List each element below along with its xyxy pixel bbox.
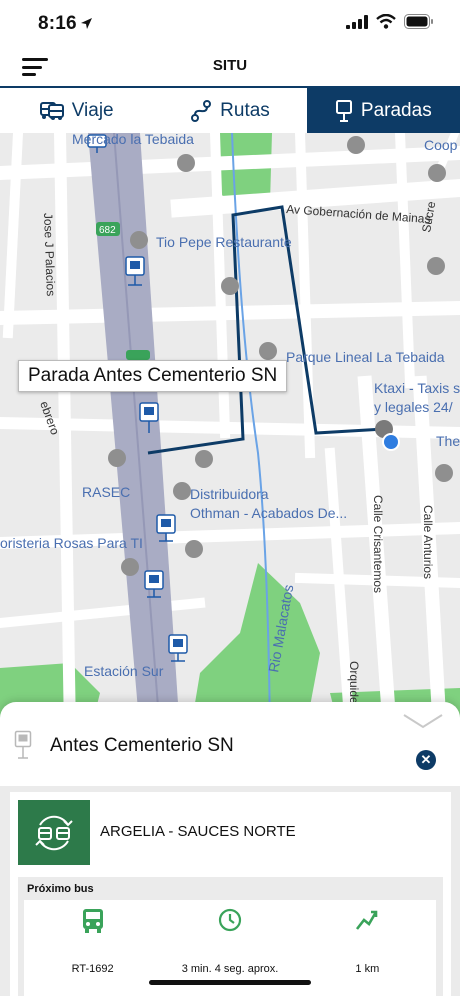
- svg-text:The: The: [436, 433, 460, 449]
- nav-bar: SITU: [0, 48, 460, 88]
- tab-rutas-label: Rutas: [220, 99, 270, 121]
- map-canvas: Mercado la Tebaida Coop Av Gobernación d…: [0, 133, 460, 733]
- bus-icon: [39, 101, 64, 120]
- route-card[interactable]: ARGELIA - SAUCES NORTE Próximo bus RT-16…: [10, 792, 451, 996]
- route-icon: [191, 99, 212, 122]
- chevron-down-icon[interactable]: [402, 712, 444, 730]
- bus-id-stat: RT-1692: [24, 900, 161, 996]
- page-title: SITU: [212, 57, 248, 74]
- tab-bar: Viaje Rutas Paradas: [0, 88, 460, 133]
- close-button[interactable]: ✕: [416, 750, 436, 770]
- eta: 3 min. 4 seg. aprox.: [181, 963, 279, 975]
- clock-icon: [218, 908, 242, 932]
- battery-icon: [404, 14, 433, 29]
- svg-text:Sucre: Sucre: [419, 200, 438, 234]
- svg-text:Tio Pepe Restaurante: Tio Pepe Restaurante: [156, 234, 292, 250]
- bus-icon: [82, 909, 103, 933]
- distance: 1 km: [355, 963, 380, 975]
- svg-text:Coop: Coop: [424, 137, 458, 153]
- location-arrow-icon: [81, 18, 92, 29]
- stop-name: Antes Cementerio SN: [50, 735, 234, 756]
- svg-text:Othman - Acabados De...: Othman - Acabados De...: [190, 505, 347, 521]
- svg-text:Orquide: Orquide: [347, 661, 361, 704]
- bus-stop-icon: [335, 99, 352, 122]
- home-indicator[interactable]: [149, 980, 311, 985]
- distance-stat: 1 km: [299, 900, 436, 996]
- svg-text:Mercado la Tebaida: Mercado la Tebaida: [72, 133, 194, 147]
- tab-rutas[interactable]: Rutas: [153, 88, 306, 133]
- next-bus-panel: Próximo bus RT-1692 3 min. 4 seg. aprox.…: [18, 877, 443, 996]
- next-bus-label: Próximo bus: [27, 883, 94, 895]
- svg-text:Calle Anturios: Calle Anturios: [421, 505, 435, 579]
- map-view[interactable]: Mercado la Tebaida Coop Av Gobernación d…: [0, 133, 460, 733]
- svg-text:Jose J Palacios: Jose J Palacios: [41, 213, 58, 297]
- stop-callout: Parada Antes Cementerio SN: [18, 360, 288, 392]
- bus-exchange-icon: [35, 815, 73, 850]
- svg-text:RASEC: RASEC: [82, 484, 130, 500]
- bus-id: RT-1692: [71, 963, 114, 975]
- svg-text:Parque Lineal La Tebaida: Parque Lineal La Tebaida: [286, 349, 445, 365]
- tab-viaje[interactable]: Viaje: [0, 88, 153, 133]
- tab-viaje-label: Viaje: [71, 99, 114, 121]
- svg-text:oristeria Rosas Para TI: oristeria Rosas Para TI: [0, 535, 143, 551]
- stop-details-sheet: Antes Cementerio SN ✕ ARGELIA - SAUCES N…: [0, 702, 460, 996]
- route-logo: [18, 800, 90, 865]
- svg-text:Estación Sur: Estación Sur: [84, 663, 164, 679]
- svg-text:y legales 24/: y legales 24/: [374, 399, 453, 415]
- route-list: ARGELIA - SAUCES NORTE Próximo bus RT-16…: [0, 786, 460, 996]
- route-name: ARGELIA - SAUCES NORTE: [100, 823, 296, 840]
- svg-text:Distribuidora: Distribuidora: [190, 486, 269, 502]
- tab-paradas-label: Paradas: [360, 99, 432, 121]
- svg-text:Ktaxi - Taxis s: Ktaxi - Taxis s: [374, 380, 460, 396]
- bus-stop-icon: [14, 730, 32, 759]
- status-bar: 8:16: [0, 0, 460, 48]
- tab-paradas[interactable]: Paradas: [306, 88, 460, 133]
- signal-icon: [346, 14, 368, 29]
- wifi-icon: [376, 14, 396, 29]
- svg-text:682: 682: [99, 225, 116, 236]
- svg-text:Calle Crisantemos: Calle Crisantemos: [371, 495, 385, 593]
- status-time: 8:16: [38, 13, 77, 34]
- trend-icon: [356, 910, 378, 930]
